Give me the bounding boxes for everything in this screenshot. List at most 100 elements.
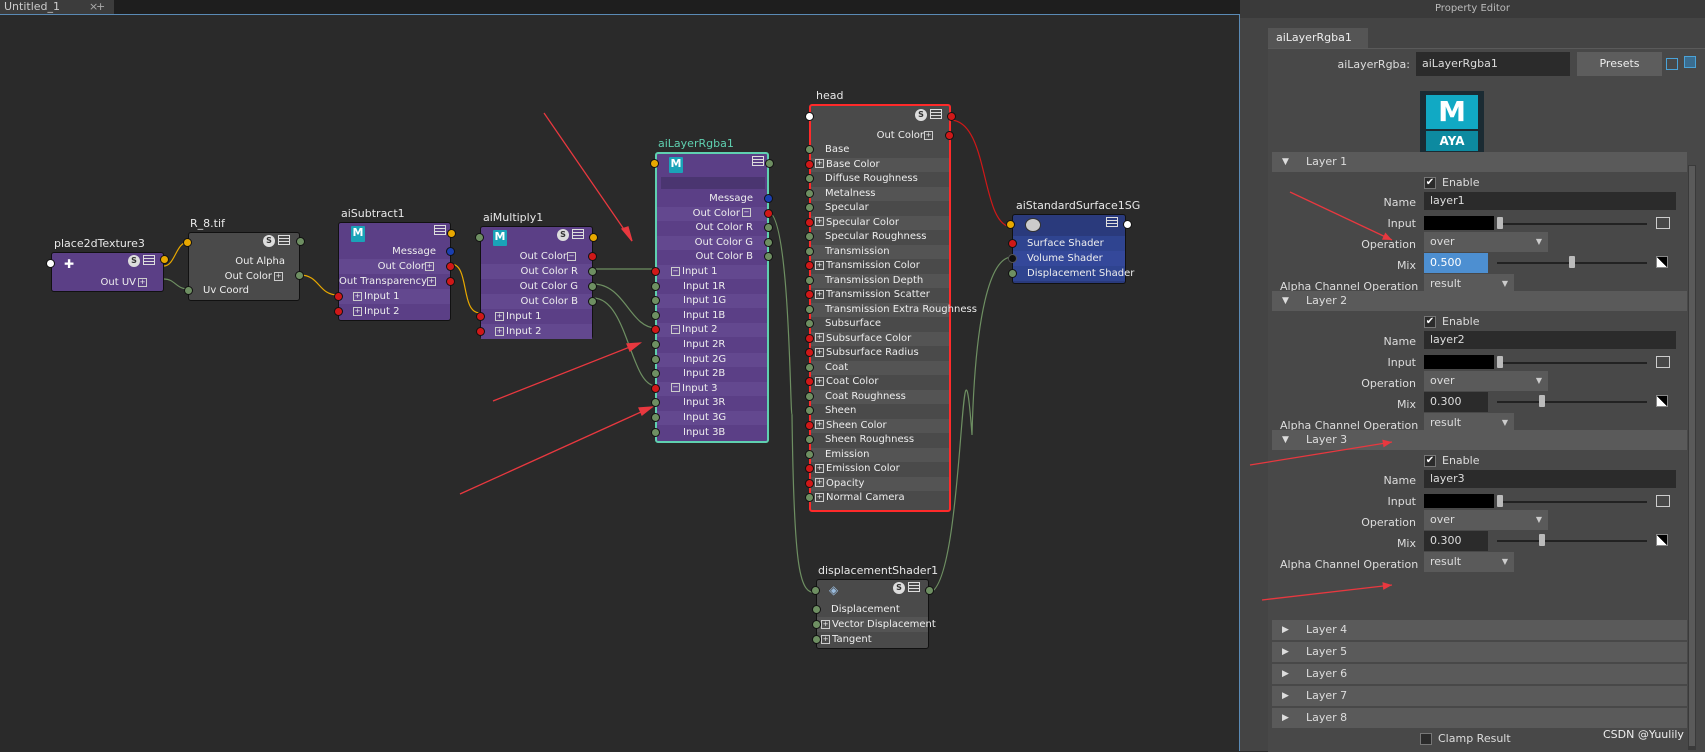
input-port[interactable] [805,275,814,285]
clamp-checkbox[interactable] [1420,733,1432,745]
vector-displacement-port[interactable] [812,620,821,629]
input-port[interactable] [805,449,814,459]
node-file-texture[interactable]: S Out Alpha Out Color + Uv Coord [183,232,305,301]
tab-ailayerrgba[interactable]: aiLayerRgba1 [1268,28,1368,48]
map-button-icon[interactable] [1656,217,1670,229]
enable-checkbox[interactable]: ✔ [1424,177,1436,189]
input-port[interactable] [805,174,814,183]
mix-slider-knob[interactable] [1569,256,1575,268]
output-port[interactable] [925,586,934,595]
node-name-field[interactable]: aiLayerRgba1 [1416,52,1570,76]
input-slider[interactable] [1497,223,1647,225]
input-port[interactable] [651,267,660,276]
out-transparency-port[interactable] [446,277,455,286]
input-port[interactable] [476,312,485,321]
node-head-shader[interactable]: S Out Color + Base + Base Color Diffuse Roug… [805,104,977,512]
node-displacement-shader[interactable]: ◈ S Displacement + Vector Displacement + T… [811,579,936,649]
expand-arrow-icon[interactable]: ▼ [1282,152,1289,172]
expand-icon[interactable]: + [815,492,824,502]
input-port[interactable] [475,233,484,242]
input-slider-knob[interactable] [1497,495,1503,507]
name-field[interactable]: layer1 [1424,192,1676,210]
expand-icon[interactable]: + [815,260,824,270]
map-button-icon[interactable] [1656,395,1668,407]
expand-icon[interactable]: + [815,420,824,429]
input-port[interactable] [334,307,343,316]
input-port[interactable] [805,333,814,343]
input-port[interactable] [805,319,814,328]
input-port[interactable] [811,586,820,595]
input-port[interactable] [805,391,814,401]
out-b-port[interactable] [588,297,597,306]
input-port[interactable] [650,159,659,168]
layer-section-header[interactable]: ▶ Layer 5 [1272,642,1687,662]
output-port[interactable] [764,194,773,203]
operation-dropdown[interactable]: over ▼ [1424,510,1548,530]
expand-arrow-icon[interactable]: ▶ [1282,620,1289,640]
input-port[interactable] [805,188,814,198]
out-color-port[interactable] [446,262,455,271]
expand-icon[interactable]: + [821,634,830,644]
operation-dropdown[interactable]: over ▼ [1424,232,1548,252]
enable-checkbox[interactable]: ✔ [1424,316,1436,328]
input-port[interactable] [1006,220,1015,229]
message-port[interactable] [446,247,455,256]
input-port[interactable] [651,354,660,364]
input-port[interactable] [805,348,814,357]
layer-section-header[interactable]: ▼ Layer 2 [1272,291,1687,311]
input-port[interactable] [46,259,55,268]
expand-arrow-icon[interactable]: ▶ [1282,642,1289,662]
output-port[interactable] [1123,220,1132,229]
input-port[interactable] [805,159,814,169]
expand-icon[interactable]: + [353,291,362,301]
notes-icon[interactable] [1666,58,1678,70]
input-color-swatch[interactable] [1424,355,1494,369]
tangent-port[interactable] [812,635,821,644]
input-port[interactable] [805,203,814,212]
input-port[interactable] [805,420,814,430]
surface-shader-port[interactable] [1008,239,1017,248]
expand-icon[interactable]: + [815,289,824,299]
expand-icon[interactable]: + [815,347,824,357]
input-port[interactable] [805,246,814,256]
expand-arrow-icon[interactable]: ▼ [1282,430,1289,450]
input-port[interactable] [805,304,814,314]
input-port[interactable] [805,377,814,386]
expand-icon[interactable]: + [815,159,824,168]
expand-arrow-icon[interactable]: ▶ [1282,664,1289,684]
input-port[interactable] [805,145,814,154]
alpha-operation-dropdown[interactable]: result ▼ [1424,552,1514,572]
name-field[interactable]: layer2 [1424,331,1676,349]
out-color-port[interactable] [588,252,597,261]
name-field[interactable]: layer3 [1424,470,1676,488]
map-button-icon[interactable] [1656,495,1670,507]
expand-arrow-icon[interactable]: ▼ [1282,291,1289,311]
mix-field[interactable]: 0.300 [1424,531,1488,551]
input-port[interactable] [651,427,660,437]
input-slider[interactable] [1497,501,1647,503]
out-color-port[interactable] [945,131,954,140]
expand-icon[interactable]: + [815,217,824,226]
output-port[interactable] [765,159,774,168]
map-button-icon[interactable] [1656,356,1670,368]
mix-field[interactable]: 0.500 [1424,253,1488,273]
output-port[interactable] [160,255,169,264]
input-port[interactable] [334,292,343,301]
input-port[interactable] [476,327,485,336]
output-port[interactable] [764,237,773,247]
expand-icon[interactable]: + [815,333,824,342]
expand-icon[interactable]: − [742,208,751,218]
out-g-port[interactable] [588,282,597,291]
expand-arrow-icon[interactable]: ▶ [1282,686,1289,706]
expand-arrow-icon[interactable]: ▶ [1282,708,1289,728]
input-port[interactable] [805,362,814,372]
layer-section-header[interactable]: ▼ Layer 3 [1272,430,1687,450]
input-color-swatch[interactable] [1424,216,1494,230]
expand-icon[interactable]: + [495,326,504,336]
input-port[interactable] [805,493,814,502]
input-port[interactable] [183,238,192,247]
input-port[interactable] [805,232,814,241]
expand-icon[interactable]: + [815,463,824,473]
layer-section-header[interactable]: ▶ Layer 6 [1272,664,1687,684]
node-aimultiply[interactable]: M S Out Color − Out Color R Out Color G O… [475,226,598,339]
